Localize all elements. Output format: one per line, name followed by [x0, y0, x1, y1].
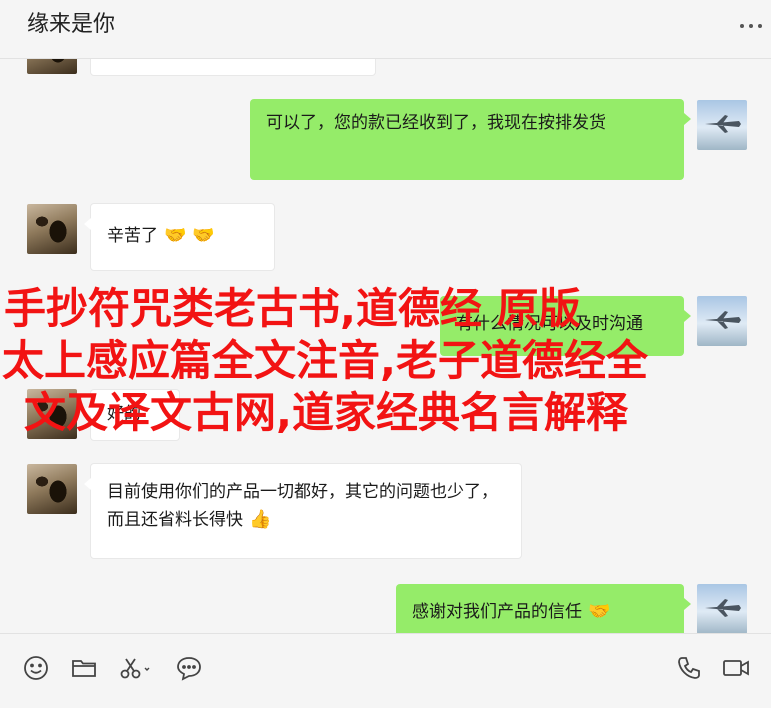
message-bubble-other[interactable]: 目前使用你们的产品一切都好，其它的问题也少了，而且还省料长得快 👍	[84, 463, 522, 559]
folder-icon[interactable]	[70, 654, 98, 682]
chat-title: 缘来是你	[27, 12, 116, 37]
contact-avatar[interactable]	[27, 204, 77, 254]
emoji-icon[interactable]	[22, 654, 50, 682]
message-bubble-partial	[90, 59, 376, 76]
message-bubble-self[interactable]: 感谢对我们产品的信任 🤝	[396, 584, 691, 633]
contact-avatar[interactable]	[27, 389, 77, 439]
more-options-icon[interactable]	[737, 19, 765, 33]
message-bubble-self[interactable]: 可以了，您的款已经收到了，我现在按排发货	[250, 99, 691, 180]
message-bubble-self[interactable]: 有什么情况可以及时沟通	[440, 296, 691, 356]
message-text: 目前使用你们的产品一切都好，其它的问题也少了，而且还省料长得快	[107, 482, 498, 530]
chat-history-icon[interactable]	[175, 654, 203, 682]
thumbs-up-emoji-icon: 👍	[249, 509, 272, 530]
message-text: 辛苦了	[107, 226, 158, 246]
message-bubble-other[interactable]: 辛苦了 🤝 🤝	[84, 203, 275, 271]
phone-icon[interactable]	[675, 654, 703, 682]
video-icon[interactable]	[721, 654, 751, 682]
jet-icon	[705, 599, 741, 617]
contact-avatar[interactable]	[27, 59, 77, 74]
self-avatar[interactable]	[697, 584, 747, 633]
message-text: 感谢对我们产品的信任	[412, 602, 582, 622]
input-toolbar	[0, 633, 771, 708]
message-text: 可以了，您的款已经收到了，我现在按排发货	[266, 113, 606, 133]
message-bubble-other[interactable]: 好的	[84, 389, 180, 441]
handshake-emoji-icon: 🤝 🤝	[164, 225, 215, 246]
self-avatar[interactable]	[697, 296, 747, 346]
handshake-emoji-icon: 🤝	[588, 601, 611, 622]
jet-icon	[705, 115, 741, 133]
jet-icon	[705, 311, 741, 329]
message-text: 有什么情况可以及时沟通	[456, 314, 643, 334]
contact-avatar[interactable]	[27, 464, 77, 514]
message-text: 好的	[107, 404, 141, 424]
scissors-icon[interactable]	[118, 654, 152, 682]
chat-header: 缘来是你	[0, 0, 771, 59]
self-avatar[interactable]	[697, 100, 747, 150]
chat-message-list[interactable]: 可以了，您的款已经收到了，我现在按排发货 辛苦了 🤝 🤝 有什么情况可以及时沟通 …	[0, 59, 771, 633]
